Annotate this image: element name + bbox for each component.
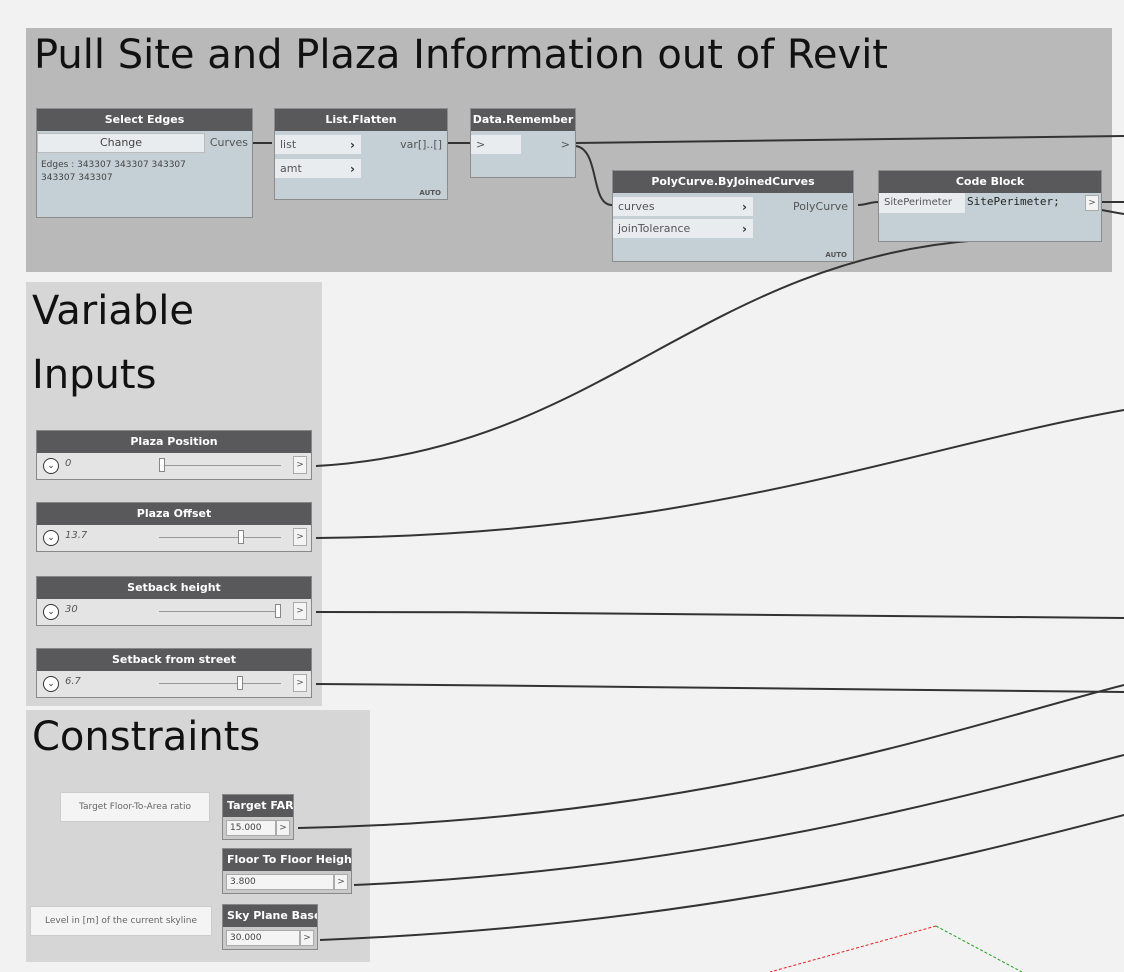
target-far-node[interactable]: Target FAR 15.000 > xyxy=(222,794,294,840)
input-port[interactable]: > xyxy=(471,135,521,155)
slider-setback-street[interactable]: Setback from street ⌄ 6.7 > xyxy=(36,648,312,698)
port-label: list xyxy=(280,138,297,151)
slider-value: 13.7 xyxy=(65,530,88,541)
output-port[interactable]: > xyxy=(276,820,290,836)
wire-sky-plane xyxy=(319,814,1124,941)
output-port[interactable]: > xyxy=(525,135,575,155)
floor-height-node[interactable]: Floor To Floor Height 3.800 > xyxy=(222,848,352,894)
output-port[interactable]: > xyxy=(293,456,307,474)
wire-plaza-position xyxy=(315,239,981,467)
slider-value: 30 xyxy=(65,604,78,615)
sky-plane-node[interactable]: Sky Plane Base 30.000 > xyxy=(222,904,318,950)
axis-y-line xyxy=(935,925,1023,972)
chevron-icon: › xyxy=(350,138,355,152)
slider-thumb[interactable] xyxy=(237,530,244,544)
slider-track[interactable] xyxy=(159,530,281,544)
list-flatten-node[interactable]: List.Flatten list › amt › var[]..[] AUTO xyxy=(274,108,448,200)
chevron-icon: › xyxy=(742,222,747,236)
node-title: Setback from street xyxy=(37,649,311,671)
lacing-label: AUTO xyxy=(419,189,441,197)
expand-chevron-icon[interactable]: ⌄ xyxy=(43,604,59,620)
number-input[interactable]: 30.000 xyxy=(226,930,300,946)
wire-setback-height xyxy=(315,611,1124,619)
node-title: Floor To Floor Height xyxy=(223,849,351,871)
expand-chevron-icon[interactable]: ⌄ xyxy=(43,676,59,692)
port-label: curves xyxy=(618,200,655,213)
change-button[interactable]: Change xyxy=(37,133,205,153)
output-curves[interactable]: Curves xyxy=(207,133,253,153)
output-port[interactable]: > xyxy=(293,674,307,692)
wire-target-far xyxy=(297,684,1124,829)
output-port[interactable]: > xyxy=(1085,195,1099,211)
node-title: Select Edges xyxy=(37,109,252,131)
slider-body: ⌄ 0 > xyxy=(37,453,311,479)
output-var[interactable]: var[]..[] xyxy=(367,135,447,155)
selection-info: Edges : 343307 343307 343307 343307 3433… xyxy=(41,160,186,183)
data-remember-node[interactable]: Data.Remember > > xyxy=(470,108,576,178)
output-port[interactable]: > xyxy=(334,874,348,890)
select-edges-node[interactable]: Select Edges Change Curves Edges : 34330… xyxy=(36,108,253,218)
slider-value: 6.7 xyxy=(65,676,81,687)
slider-track[interactable] xyxy=(159,676,281,690)
slider-track[interactable] xyxy=(159,604,281,618)
input-amt[interactable]: amt › xyxy=(275,159,361,179)
wire-plaza-offset xyxy=(315,409,1124,539)
axis-x-line xyxy=(769,925,937,972)
slider-value: 0 xyxy=(65,458,72,469)
node-title: Data.Remember xyxy=(471,109,575,131)
note-sky-plane: Level in [m] of the current skyline xyxy=(30,906,212,936)
slider-body: ⌄ 30 > xyxy=(37,599,311,625)
node-title: List.Flatten xyxy=(275,109,447,131)
node-title: PolyCurve.ByJoinedCurves xyxy=(613,171,853,193)
wire-remember-to-polycurve xyxy=(575,145,613,206)
node-title: Target FAR xyxy=(223,795,293,817)
slider-setback-height[interactable]: Setback height ⌄ 30 > xyxy=(36,576,312,626)
slider-plaza-position[interactable]: Plaza Position ⌄ 0 > xyxy=(36,430,312,480)
expand-chevron-icon[interactable]: ⌄ xyxy=(43,530,59,546)
slider-plaza-offset[interactable]: Plaza Offset ⌄ 13.7 > xyxy=(36,502,312,552)
output-polycurve[interactable]: PolyCurve xyxy=(763,197,853,217)
chevron-icon: › xyxy=(350,162,355,176)
output-port[interactable]: > xyxy=(300,930,314,946)
port-label: amt xyxy=(280,162,302,175)
wire-remember-to-right xyxy=(575,135,1124,144)
wire-setback-street xyxy=(315,683,1124,693)
slider-body: ⌄ 6.7 > xyxy=(37,671,311,697)
port-label: joinTolerance xyxy=(618,222,691,235)
node-title: Plaza Position xyxy=(37,431,311,453)
wire-polycurve-to-codeblock xyxy=(857,201,879,206)
lacing-label: AUTO xyxy=(825,251,847,259)
input-curves[interactable]: curves › xyxy=(613,197,753,217)
slider-body: ⌄ 13.7 > xyxy=(37,525,311,551)
input-site-perimeter[interactable]: SitePerimeter xyxy=(879,193,965,213)
node-title: Plaza Offset xyxy=(37,503,311,525)
polycurve-node[interactable]: PolyCurve.ByJoinedCurves curves › joinTo… xyxy=(612,170,854,262)
number-input[interactable]: 15.000 xyxy=(226,820,276,836)
node-title: Sky Plane Base xyxy=(223,905,317,927)
wire-codeblock-out-2 xyxy=(1101,209,1124,215)
slider-thumb[interactable] xyxy=(275,604,281,618)
node-title: Setback height xyxy=(37,577,311,599)
expand-chevron-icon[interactable]: ⌄ xyxy=(43,458,59,474)
output-port[interactable]: > xyxy=(293,602,307,620)
input-join-tolerance[interactable]: joinTolerance › xyxy=(613,219,753,239)
slider-thumb[interactable] xyxy=(236,676,243,690)
code-text[interactable]: SitePerimeter; xyxy=(967,195,1060,208)
slider-track[interactable] xyxy=(159,458,281,472)
output-port[interactable]: > xyxy=(293,528,307,546)
node-title: Code Block xyxy=(879,171,1101,193)
chevron-icon: › xyxy=(742,200,747,214)
number-input[interactable]: 3.800 xyxy=(226,874,334,890)
code-block-node[interactable]: Code Block SitePerimeter SitePerimeter; … xyxy=(878,170,1102,242)
input-list[interactable]: list › xyxy=(275,135,361,155)
note-target-far: Target Floor-To-Area ratio xyxy=(60,792,210,822)
slider-thumb[interactable] xyxy=(159,458,165,472)
